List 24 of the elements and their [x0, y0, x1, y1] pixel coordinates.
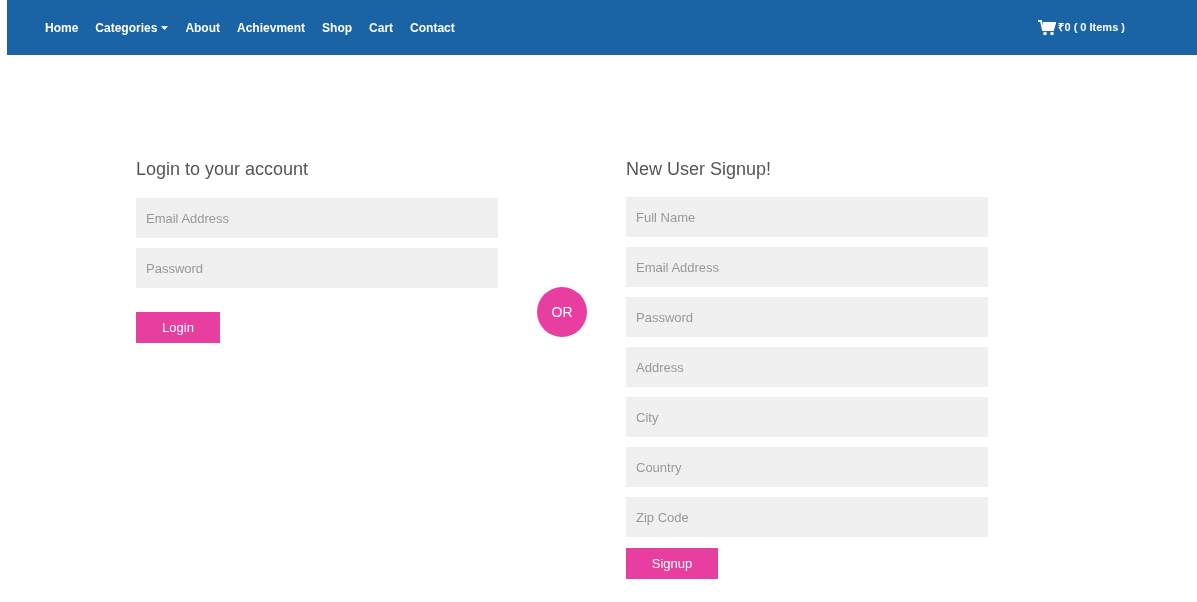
- input-field[interactable]: Password: [136, 248, 498, 288]
- input-field[interactable]: Email Address: [626, 247, 988, 287]
- input-field[interactable]: Country: [626, 447, 988, 487]
- input-field[interactable]: City: [626, 397, 988, 437]
- nav-link[interactable]: Shop: [322, 18, 353, 37]
- nav-link[interactable]: Achievment: [237, 18, 306, 37]
- nav-link[interactable]: Contact: [410, 18, 455, 37]
- signup-title: New User Signup!: [626, 158, 773, 181]
- login-button[interactable]: Login: [136, 312, 220, 343]
- cart-icon: [1038, 19, 1057, 36]
- input-field[interactable]: Address: [626, 347, 988, 387]
- input-field[interactable]: Email Address: [136, 198, 498, 238]
- login-title: Login to your account: [136, 158, 310, 181]
- input-field[interactable]: Full Name: [626, 197, 988, 237]
- input-field[interactable]: Password: [626, 297, 988, 337]
- nav-link[interactable]: Home: [45, 18, 79, 37]
- caret-icon: [161, 25, 169, 30]
- input-field[interactable]: Zip Code: [626, 497, 988, 537]
- nav-link[interactable]: About: [185, 18, 221, 37]
- nav-link[interactable]: Cart: [369, 18, 394, 37]
- cart-summary-link[interactable]: ₹0 ( 0 Items ): [1038, 19, 1125, 36]
- dropdown-menu-link[interactable]: Categories: [95, 18, 169, 37]
- or-badge: OR: [537, 287, 587, 337]
- signup-button[interactable]: Signup: [626, 548, 718, 579]
